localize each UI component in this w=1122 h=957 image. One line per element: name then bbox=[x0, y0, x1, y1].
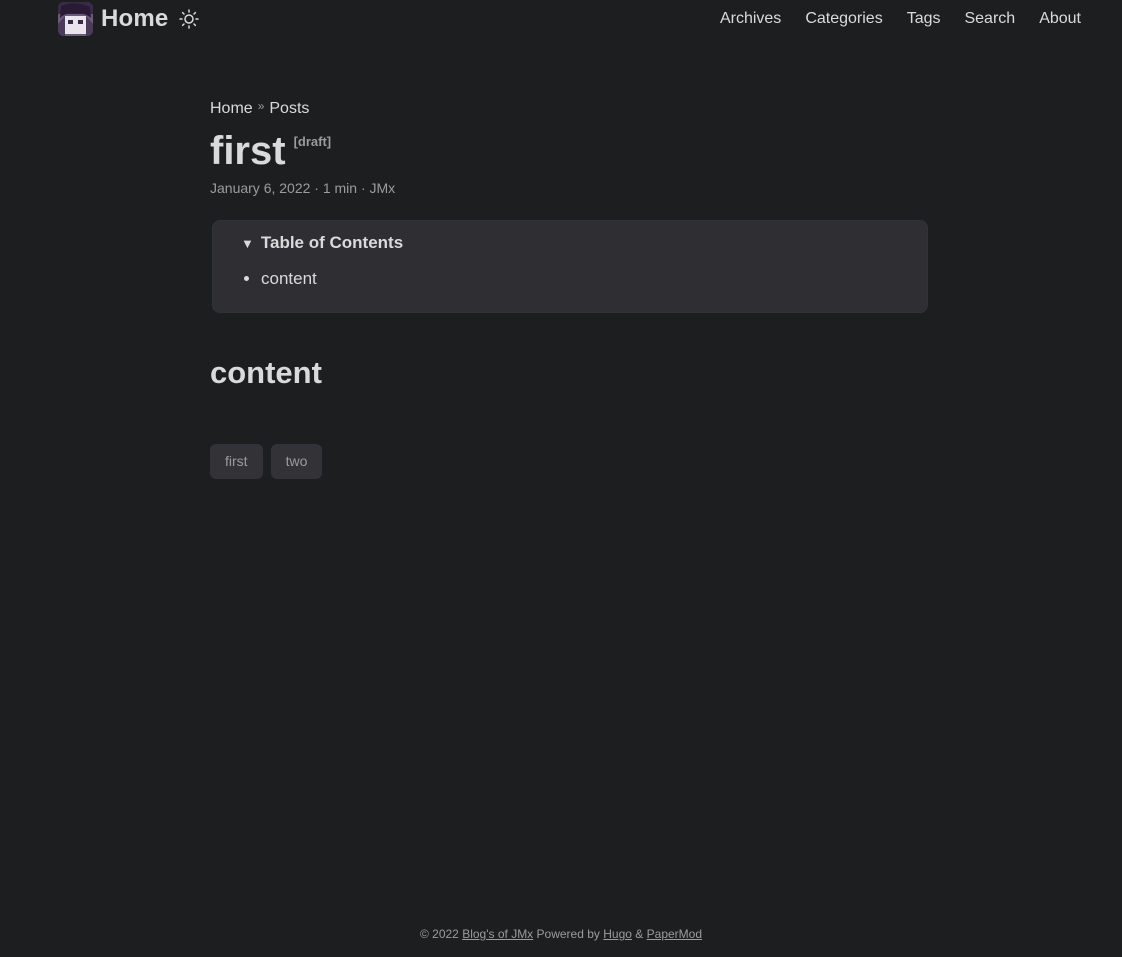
home-logo-link[interactable]: Home bbox=[58, 2, 168, 36]
toc-item: content bbox=[261, 267, 899, 291]
table-of-contents: ▼ Table of Contents content bbox=[212, 220, 928, 313]
toc-toggle[interactable]: ▼ Table of Contents bbox=[241, 233, 899, 253]
breadcrumb-home[interactable]: Home bbox=[210, 100, 253, 117]
toc-link-content[interactable]: content bbox=[261, 269, 317, 288]
breadcrumb: Home » Posts bbox=[210, 98, 930, 120]
tag-first[interactable]: first bbox=[210, 444, 263, 479]
theme-toggle-sun-icon[interactable] bbox=[179, 9, 199, 29]
post-main: Home » Posts first [draft] January 6, 2022… bbox=[210, 98, 930, 479]
home-link-label: Home bbox=[101, 5, 169, 32]
post-meta: January 6, 2022 · 1 min · JMx bbox=[210, 180, 396, 196]
nav-categories[interactable]: Categories bbox=[805, 8, 882, 30]
caret-down-icon: ▼ bbox=[241, 235, 254, 251]
avatar bbox=[58, 2, 93, 36]
toc-list: content bbox=[241, 267, 899, 291]
breadcrumb-separator: » bbox=[257, 99, 265, 113]
content-heading: content bbox=[210, 355, 322, 390]
footer-copyright: © 2022 bbox=[419, 927, 459, 941]
footer-amp: & bbox=[635, 927, 644, 941]
footer-hugo-link[interactable]: Hugo bbox=[603, 927, 632, 941]
title-row: first [draft] bbox=[210, 128, 930, 174]
post-tags: first two bbox=[210, 444, 930, 479]
draft-badge: [draft] bbox=[293, 134, 332, 149]
footer-papermod-link[interactable]: PaperMod bbox=[647, 927, 702, 941]
nav-tags[interactable]: Tags bbox=[907, 8, 941, 30]
footer-site-link[interactable]: Blog's of JMx bbox=[462, 927, 533, 941]
site-footer: © 2022 Blog's of JMx Powered by Hugo & P… bbox=[0, 925, 1122, 943]
main-nav: Archives Categories Tags Search About bbox=[696, 8, 1081, 30]
nav-about[interactable]: About bbox=[1039, 8, 1081, 30]
site-header: Home Archives Categories Tags Search Abo… bbox=[0, 0, 1122, 40]
nav-search[interactable]: Search bbox=[964, 8, 1015, 30]
page-title: first bbox=[210, 129, 286, 173]
footer-powered-by: Powered by bbox=[536, 927, 600, 941]
toc-title: Table of Contents bbox=[260, 233, 404, 252]
nav-archives[interactable]: Archives bbox=[720, 8, 781, 30]
tag-two[interactable]: two bbox=[270, 444, 323, 479]
breadcrumb-posts[interactable]: Posts bbox=[269, 100, 309, 117]
